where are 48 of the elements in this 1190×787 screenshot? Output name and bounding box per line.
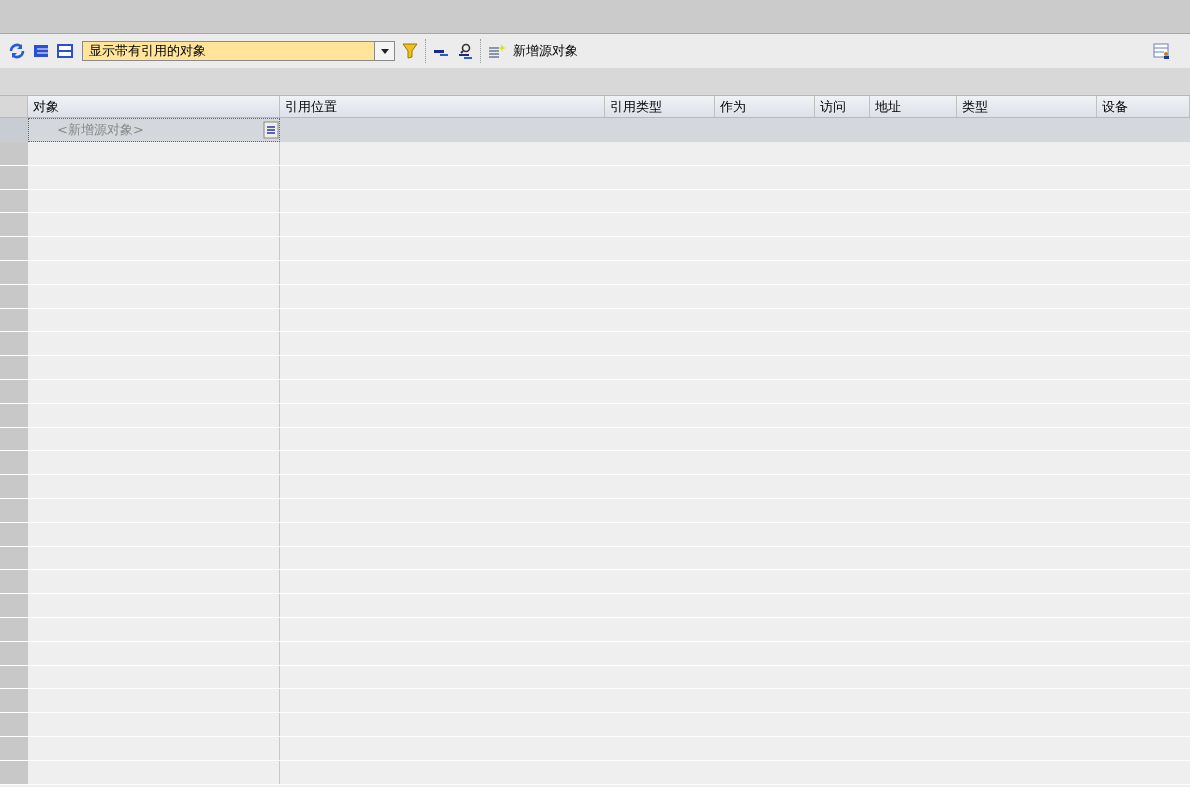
row-header[interactable] (0, 594, 28, 617)
row-header[interactable] (0, 308, 28, 332)
row-header[interactable] (0, 356, 28, 379)
list-icon[interactable] (56, 42, 74, 60)
row-header[interactable] (0, 570, 28, 594)
row-header[interactable] (0, 760, 28, 784)
column-header[interactable]: 访问 (815, 96, 870, 117)
row-header[interactable] (0, 118, 28, 142)
row-header[interactable] (0, 189, 28, 213)
row-header[interactable] (0, 641, 28, 665)
filter-icon[interactable] (401, 42, 419, 60)
column-header[interactable]: 设备 (1097, 96, 1190, 117)
row-header[interactable] (0, 522, 28, 546)
list-icon[interactable] (263, 121, 279, 139)
row-header[interactable] (0, 546, 28, 570)
row-header[interactable] (0, 713, 28, 736)
row-header[interactable] (0, 237, 28, 260)
table-cell-text: <新增源对象> (56, 121, 144, 140)
row-header[interactable] (0, 665, 28, 689)
column-header[interactable]: 地址 (870, 96, 957, 117)
column-header[interactable]: 类型 (957, 96, 1097, 117)
row-header[interactable] (0, 617, 28, 641)
search-icon[interactable] (456, 42, 474, 60)
row-header[interactable] (0, 142, 28, 165)
row-header[interactable] (0, 332, 28, 356)
row-header[interactable] (0, 498, 28, 522)
add-source-button[interactable]: 新增源对象 (487, 41, 578, 61)
list-icon[interactable] (32, 42, 50, 60)
add-list-icon (487, 42, 507, 60)
row-header[interactable] (0, 427, 28, 451)
column-header[interactable]: 引用类型 (605, 96, 715, 117)
column-header[interactable]: 对象 (28, 96, 280, 117)
row-header[interactable] (0, 379, 28, 403)
column-header[interactable]: 作为 (715, 96, 815, 117)
row-header[interactable] (0, 284, 28, 308)
row-header[interactable] (0, 736, 28, 760)
table-user-icon[interactable] (1152, 42, 1170, 60)
row-header[interactable] (0, 689, 28, 713)
row-header[interactable] (0, 403, 28, 427)
filter-dropdown[interactable]: 显示带有引用的对象 (82, 41, 395, 61)
row-header[interactable] (0, 261, 28, 284)
row-header[interactable] (0, 475, 28, 498)
row-header[interactable] (0, 451, 28, 475)
row-header[interactable] (0, 165, 28, 189)
refresh-icon[interactable] (8, 42, 26, 60)
row-header[interactable] (0, 213, 28, 237)
caret-icon[interactable] (374, 42, 394, 60)
column-header[interactable]: 引用位置 (280, 96, 605, 117)
